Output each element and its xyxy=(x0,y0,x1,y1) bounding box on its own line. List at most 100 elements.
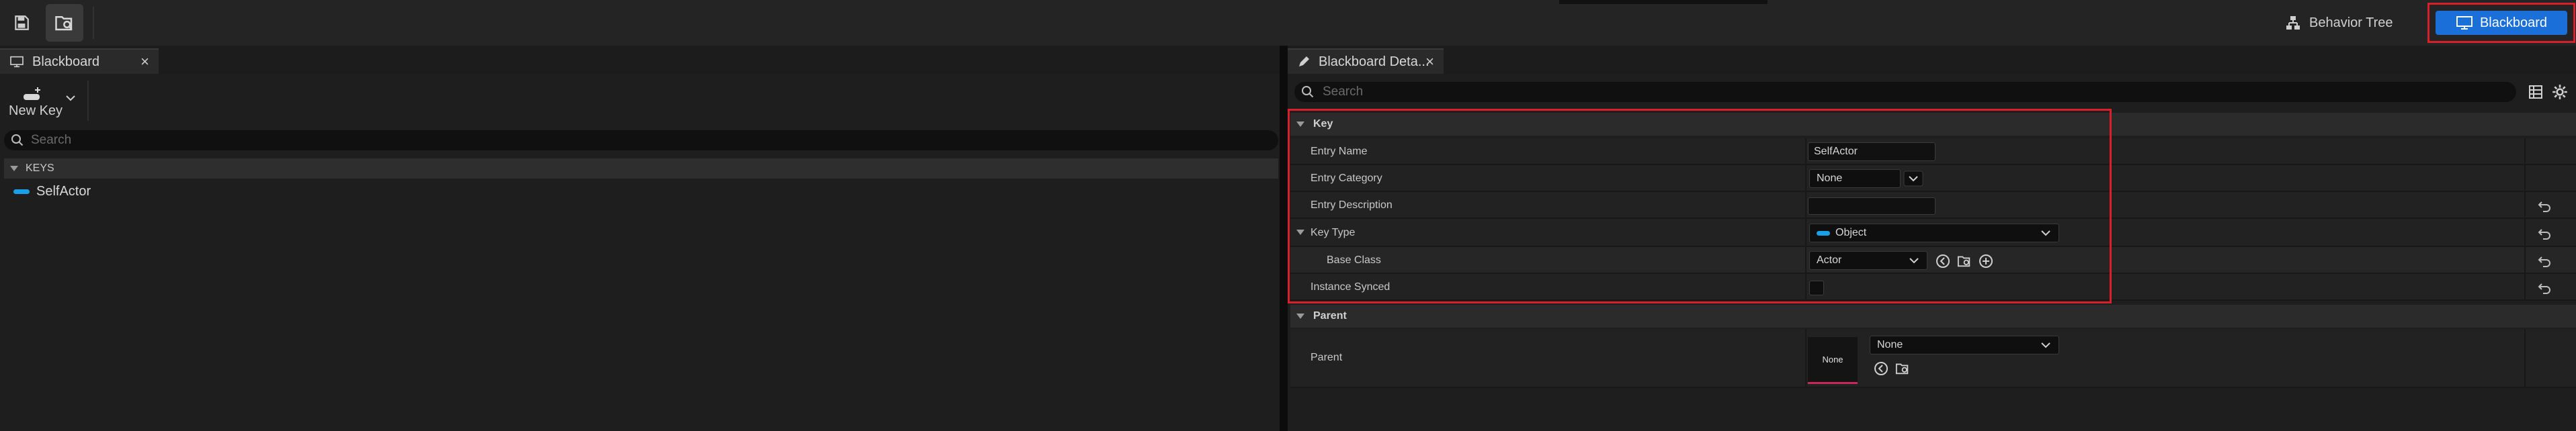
use-selected-icon[interactable] xyxy=(1936,254,1950,269)
parent-asset-combo[interactable]: None xyxy=(1870,336,2059,354)
key-category-label: Key xyxy=(1313,118,1333,130)
close-icon[interactable]: × xyxy=(1425,53,1434,70)
reset-to-default-icon[interactable] xyxy=(2538,282,2551,294)
chevron-down-icon xyxy=(2040,341,2052,349)
tab-blackboard-details[interactable]: Blackboard Deta... × xyxy=(1288,48,1444,74)
chevron-down-icon[interactable] xyxy=(1903,171,1923,187)
column-splitter xyxy=(1805,274,1806,299)
instance-synced-checkbox[interactable] xyxy=(1809,281,1824,295)
base-class-label: Base Class xyxy=(1327,254,1381,266)
keys-section-label: KEYS xyxy=(26,162,54,174)
blackboard-tab-icon xyxy=(9,56,24,68)
column-splitter xyxy=(2524,247,2526,273)
column-splitter xyxy=(1805,247,1806,273)
list-item[interactable]: SelfActor xyxy=(13,181,91,201)
search-input[interactable] xyxy=(1323,85,2465,99)
search-icon xyxy=(1301,85,1315,99)
key-type-value: Object xyxy=(1835,227,1867,238)
column-splitter xyxy=(2524,165,2526,191)
column-splitter xyxy=(1805,165,1806,191)
search-input[interactable] xyxy=(31,133,1241,148)
save-icon xyxy=(13,14,30,32)
entry-name-field[interactable] xyxy=(1808,142,1936,161)
parent-label: Parent xyxy=(1311,352,1343,363)
new-key-icon xyxy=(22,86,42,102)
parent-value: None xyxy=(1877,339,1903,350)
tab-label: Blackboard xyxy=(32,54,100,69)
details-search-box[interactable] xyxy=(1294,82,2516,102)
keys-search-box[interactable] xyxy=(4,130,1278,150)
entry-category-label: Entry Category xyxy=(1311,173,1382,184)
reset-to-default-icon[interactable] xyxy=(2538,200,2551,212)
entry-description-field[interactable] xyxy=(1808,197,1936,215)
entry-category-value: None xyxy=(1817,173,1843,184)
tab-label: Blackboard Deta... xyxy=(1319,54,1429,69)
column-splitter xyxy=(2524,192,2526,218)
key-type-swatch xyxy=(13,189,30,194)
browse-icon[interactable] xyxy=(1957,254,1972,269)
entry-category-row: Entry Category None xyxy=(1290,165,2576,192)
toolbar-separator xyxy=(87,81,89,121)
keys-section-header[interactable]: KEYS xyxy=(4,158,1278,179)
chevron-down-icon xyxy=(1908,256,1920,265)
thumbnail-label: None xyxy=(1822,354,1843,365)
parent-asset-thumbnail[interactable]: None xyxy=(1808,337,1858,384)
base-class-value: Actor xyxy=(1817,254,1842,266)
instance-synced-label: Instance Synced xyxy=(1311,281,1390,293)
key-type-swatch xyxy=(1817,230,1830,236)
property-matrix-icon[interactable] xyxy=(2528,85,2543,99)
key-category-header[interactable]: Key xyxy=(1290,113,2576,136)
save-button[interactable] xyxy=(3,4,40,42)
blackboard-icon xyxy=(2456,15,2473,30)
tab-blackboard[interactable]: Blackboard × xyxy=(0,48,159,74)
column-splitter xyxy=(1805,219,1806,246)
column-splitter xyxy=(1805,192,1806,218)
reset-to-default-icon[interactable] xyxy=(2538,255,2551,267)
column-splitter xyxy=(2524,219,2526,246)
use-selected-icon[interactable] xyxy=(1874,361,1888,376)
collapse-arrow-icon xyxy=(1296,313,1305,320)
blackboard-mode-button[interactable]: Blackboard xyxy=(2436,11,2567,35)
add-icon[interactable] xyxy=(1979,254,1993,269)
column-splitter xyxy=(1805,138,1806,164)
main-toolbar xyxy=(0,0,2576,46)
parent-category-header[interactable]: Parent xyxy=(1290,305,2576,328)
parent-category-label: Parent xyxy=(1313,310,1347,322)
entry-description-row: Entry Description xyxy=(1290,192,2576,219)
browse-to-asset-button[interactable] xyxy=(46,4,83,42)
toolbar-shade xyxy=(1559,0,1768,4)
base-class-row: Base Class Actor xyxy=(1290,247,2576,274)
close-icon[interactable]: × xyxy=(140,53,149,70)
reset-to-default-icon[interactable] xyxy=(2538,228,2551,240)
entry-category-combo[interactable]: None xyxy=(1809,169,1901,188)
chevron-down-icon xyxy=(2040,229,2052,237)
new-key-label: New Key xyxy=(9,103,63,118)
key-type-combo[interactable]: Object xyxy=(1809,224,2059,242)
panel-splitter[interactable] xyxy=(1280,46,1288,431)
column-splitter xyxy=(2524,329,2526,387)
gear-icon[interactable] xyxy=(2551,83,2569,101)
behavior-tree-mode-label: Behavior Tree xyxy=(2309,15,2393,30)
collapse-arrow-icon xyxy=(1296,229,1305,236)
column-splitter xyxy=(1805,329,1806,387)
search-icon xyxy=(11,134,24,147)
entry-name-row: Entry Name xyxy=(1290,138,2576,165)
base-class-combo[interactable]: Actor xyxy=(1809,251,1927,270)
browse-icon xyxy=(54,13,75,33)
browse-icon[interactable] xyxy=(1895,361,1910,376)
parent-row: Parent None xyxy=(1290,329,2576,388)
entry-name-label: Entry Name xyxy=(1311,146,1368,157)
key-type-row: Key Type Object xyxy=(1290,219,2576,247)
blackboard-panel-body xyxy=(0,74,1280,431)
pencil-icon xyxy=(1297,55,1311,68)
chevron-down-icon[interactable] xyxy=(65,94,77,102)
toolbar-separator xyxy=(93,7,94,39)
entry-description-label: Entry Description xyxy=(1311,199,1393,211)
blackboard-mode-label: Blackboard xyxy=(2479,15,2548,30)
behavior-tree-mode-button[interactable]: Behavior Tree xyxy=(2285,9,2393,36)
column-splitter xyxy=(2524,138,2526,164)
key-name: SelfActor xyxy=(36,183,91,199)
behavior-tree-icon xyxy=(2285,15,2301,31)
column-splitter xyxy=(2524,274,2526,299)
collapse-arrow-icon xyxy=(1296,121,1305,128)
